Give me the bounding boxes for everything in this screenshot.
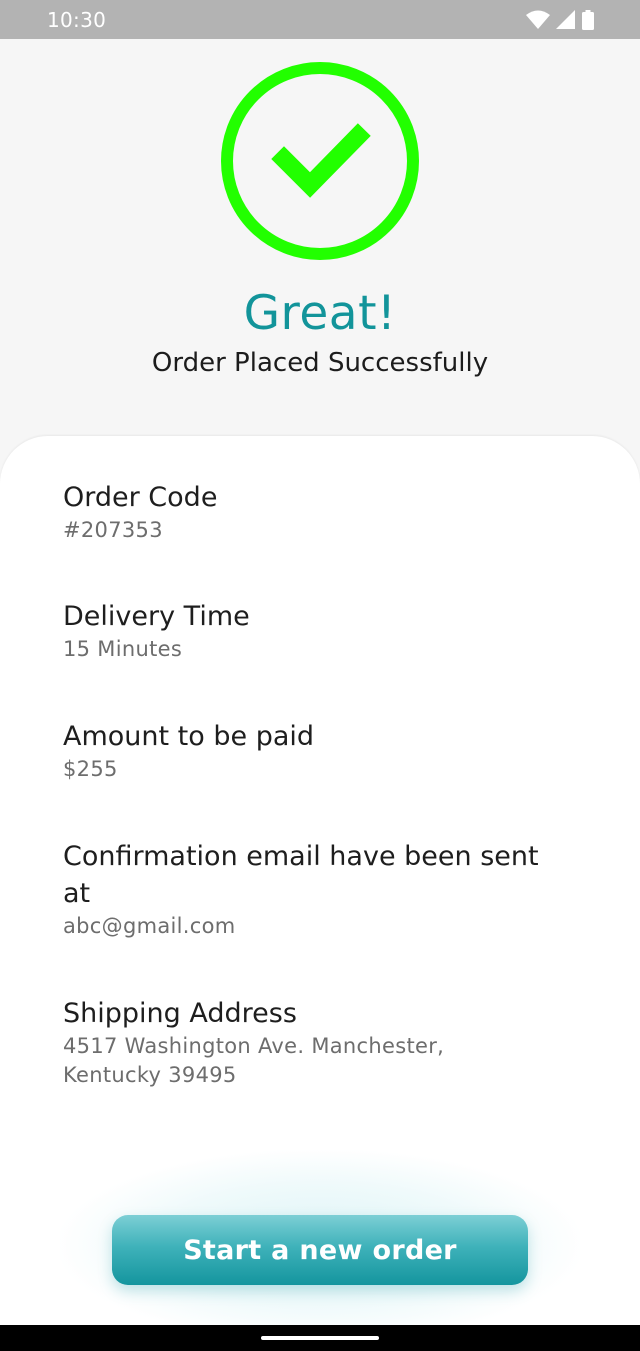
- delivery-time-detail: Delivery Time 15 Minutes: [63, 598, 583, 664]
- shipping-address-detail: Shipping Address 4517 Washington Ave. Ma…: [63, 995, 533, 1090]
- signal-icon: [556, 9, 576, 30]
- shipping-address-label: Shipping Address: [63, 998, 297, 1029]
- wifi-icon: [526, 10, 550, 30]
- delivery-time-label: Delivery Time: [63, 601, 250, 632]
- amount-label: Amount to be paid: [63, 721, 315, 752]
- success-subheadline: Order Placed Successfully: [151, 348, 489, 378]
- start-new-order-button[interactable]: Start a new order: [112, 1215, 528, 1285]
- confirmation-email-label: Confirmation email have been sent at: [63, 841, 539, 909]
- success-headline: Great!: [243, 286, 397, 341]
- status-time: 10:30: [47, 7, 107, 32]
- amount-detail: Amount to be paid $255: [63, 718, 583, 784]
- check-circle-icon: [220, 61, 420, 261]
- battery-icon: [582, 9, 594, 30]
- amount-value: $255: [63, 757, 118, 781]
- order-code-value: #207353: [63, 518, 163, 542]
- shipping-address-value: 4517 Washington Ave. Manchester, Kentuck…: [63, 1034, 445, 1087]
- status-bar: 10:30: [0, 0, 640, 39]
- order-code-detail: Order Code #207353: [63, 479, 583, 545]
- status-icons: [526, 9, 594, 30]
- order-code-label: Order Code: [63, 482, 218, 513]
- navigation-bar: [0, 1325, 640, 1351]
- home-indicator[interactable]: [261, 1336, 379, 1340]
- confirmation-email-detail: Confirmation email have been sent at abc…: [63, 838, 543, 941]
- confirmation-email-value: abc@gmail.com: [63, 914, 236, 938]
- delivery-time-value: 15 Minutes: [63, 637, 183, 661]
